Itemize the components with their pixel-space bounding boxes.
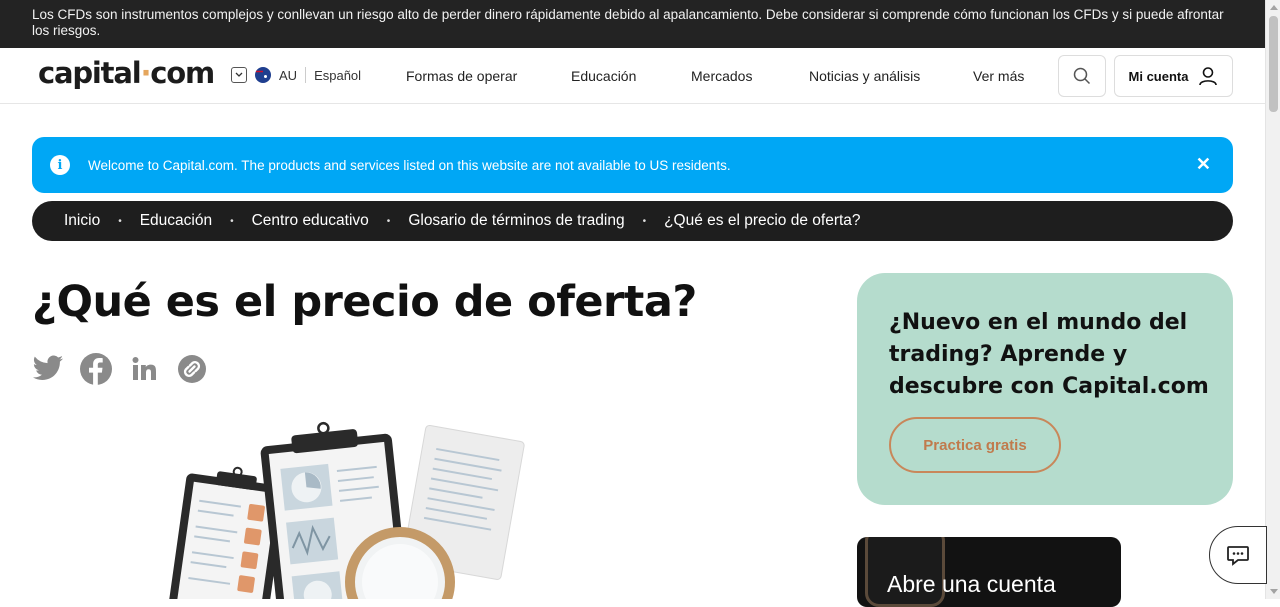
search-button[interactable] [1058,55,1106,97]
breadcrumb-item-centro-educativo[interactable]: Centro educativo [252,212,369,230]
twitter-icon [32,355,63,381]
breadcrumb-item-current: ¿Qué es el precio de oferta? [664,212,861,229]
open-account-text: Abre una cuenta [887,571,1056,597]
divider [305,67,307,83]
nav-formas-de-operar[interactable]: Formas de operar [406,68,517,84]
twitter-share-button[interactable] [32,353,64,385]
promo-text: ¿Nuevo en el mundo del trading? Aprende … [889,310,1209,399]
linkedin-icon [132,357,156,380]
scrollbar[interactable] [1265,0,1280,599]
my-account-button[interactable]: Mi cuenta [1114,55,1233,97]
page-title: ¿Qué es el precio de oferta? [32,277,697,327]
region-code[interactable]: AU [279,68,297,83]
risk-warning-text: Los CFDs son instrumentos complejos y co… [32,7,1224,38]
logo-text-left: capital [38,56,142,90]
info-icon: i [50,155,70,175]
chat-button[interactable] [1209,526,1267,584]
site-header: capital·com AU Español Formas de operar … [0,48,1265,104]
chat-icon [1227,546,1249,566]
breadcrumb-separator: • [386,215,391,227]
account-label: Mi cuenta [1128,68,1189,84]
facebook-share-button[interactable] [80,353,112,385]
user-icon [1199,67,1218,86]
breadcrumb-item-educacion[interactable]: Educación [140,212,212,230]
breadcrumb: Inicio • Educación • Centro educativo • … [32,201,1233,241]
open-account-card[interactable]: Abre una cuenta [857,537,1121,607]
capital-logo[interactable]: capital·com [38,56,215,90]
promo-card: ¿Nuevo en el mundo del trading? Aprende … [857,273,1233,505]
risk-warning-banner: Los CFDs son instrumentos complejos y co… [0,0,1265,48]
copy-link-icon [178,355,206,383]
notice-text: Welcome to Capital.com. The products and… [88,157,731,173]
scroll-up-arrow-icon[interactable] [1270,5,1278,10]
copy-link-button[interactable] [176,353,208,385]
search-icon [1073,67,1091,85]
facebook-icon [80,353,112,385]
region-language-selector[interactable]: AU Español [231,67,361,83]
scroll-down-arrow-icon[interactable] [1270,589,1278,594]
scrollbar-thumb[interactable] [1269,16,1278,112]
nav-educacion[interactable]: Educación [571,68,636,84]
practice-free-button[interactable]: Practica gratis [889,417,1061,473]
breadcrumb-item-inicio[interactable]: Inicio [64,212,100,230]
breadcrumb-separator: • [642,215,647,227]
breadcrumb-item-glosario[interactable]: Glosario de términos de trading [408,212,624,230]
linkedin-share-button[interactable] [128,353,160,385]
australia-flag-icon [255,67,271,83]
close-icon[interactable]: ✕ [1196,154,1211,175]
us-residents-notice: i Welcome to Capital.com. The products a… [32,137,1233,193]
clipboard-illustration [150,420,530,607]
breadcrumb-separator: • [118,215,122,227]
nav-noticias-y-analisis[interactable]: Noticias y análisis [809,68,920,84]
logo-dot: · [140,56,151,90]
logo-text-right: com [150,56,215,90]
chevron-down-icon[interactable] [231,67,247,83]
language-label[interactable]: Español [314,68,361,83]
nav-ver-mas[interactable]: Ver más [973,68,1024,84]
breadcrumb-separator: • [230,215,234,227]
nav-mercados[interactable]: Mercados [691,68,752,84]
